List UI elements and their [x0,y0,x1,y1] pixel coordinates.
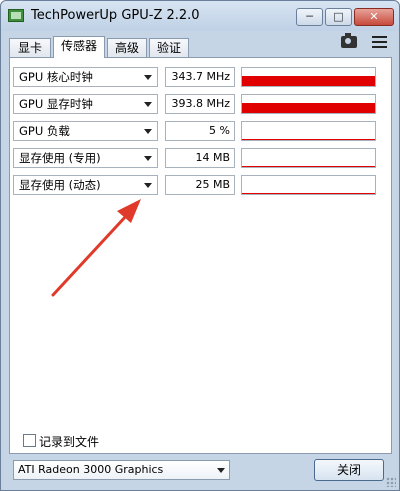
log-to-file-label[interactable]: 记录到文件 [39,433,99,450]
resize-grip[interactable] [386,477,396,487]
annotation-arrow-shaft [51,213,129,297]
close-button[interactable]: 关闭 [314,459,384,481]
log-to-file-checkbox[interactable] [23,434,36,447]
gpu-select[interactable]: ATI Radeon 3000 Graphics [13,460,230,480]
annotation-arrow-head [117,199,141,223]
gpu-select-value: ATI Radeon 3000 Graphics [18,463,164,476]
chevron-down-icon [217,468,225,473]
tab-sensors[interactable]: 传感器 [53,36,105,58]
annotation-arrow-overlay [51,199,141,297]
gpu-z-window: TechPowerUp GPU-Z 2.2.0 ─ □ ✕ 显卡 传感器 高级 … [0,0,400,491]
